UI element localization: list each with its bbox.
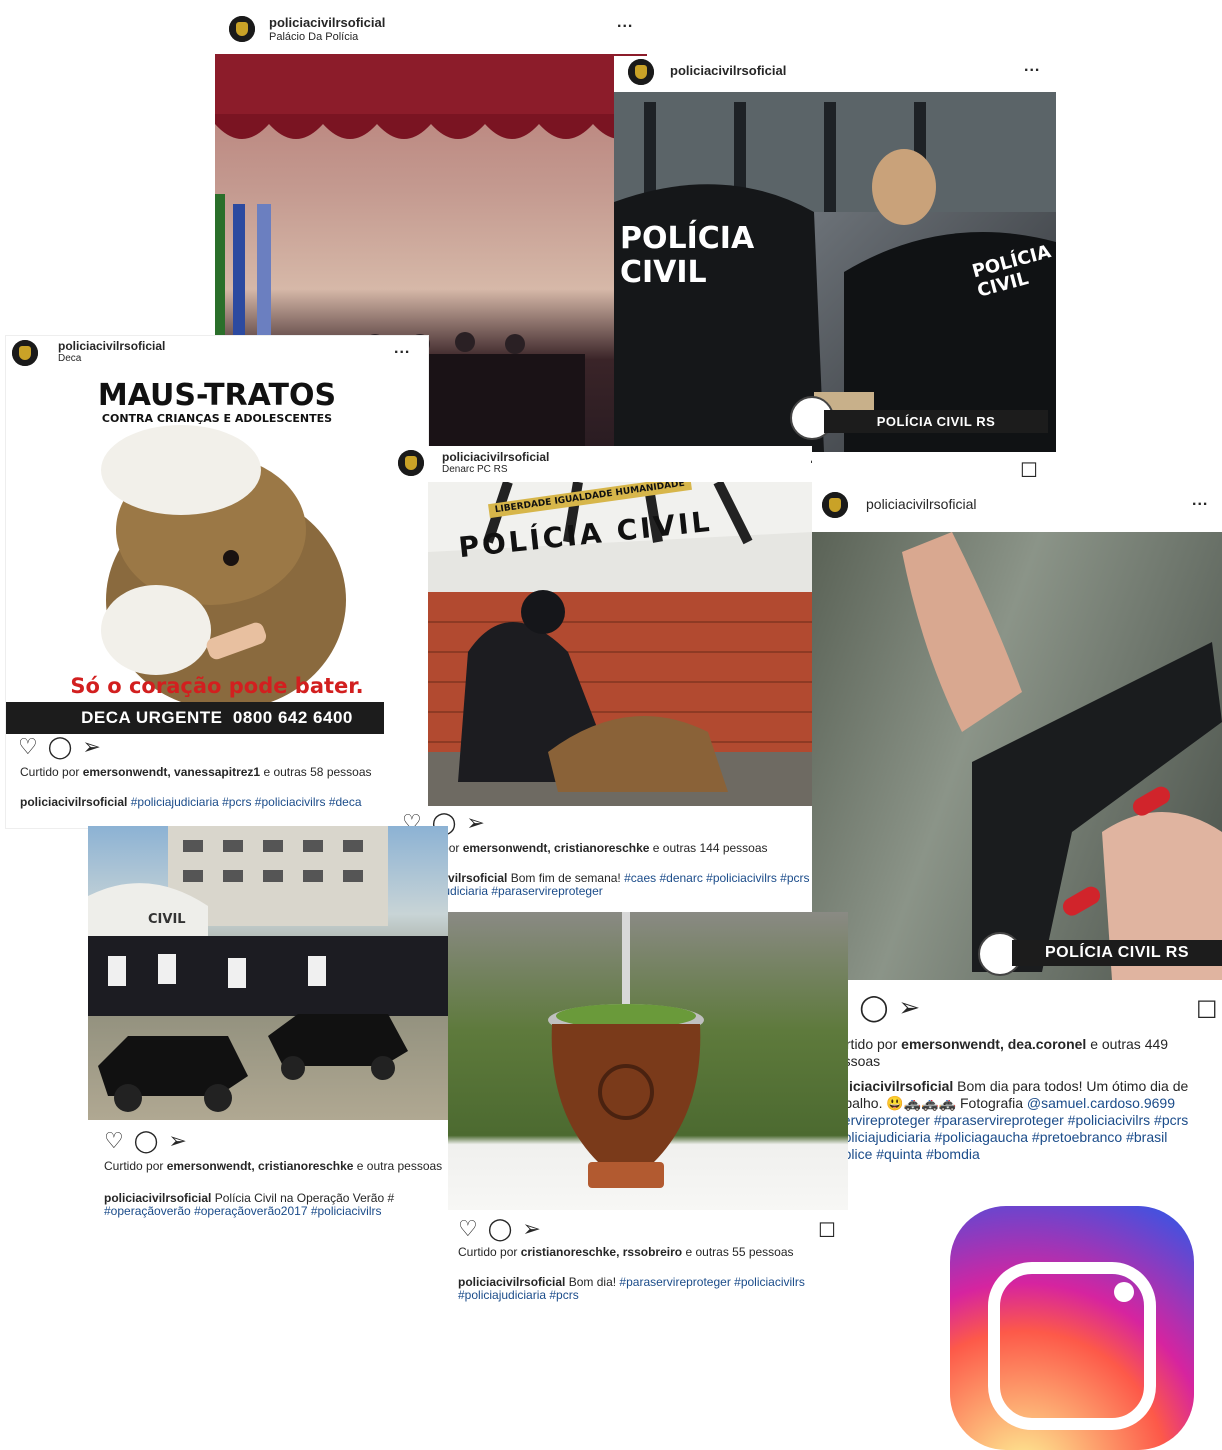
- post-chimarrao: ♡ ◯ ➢ ☐ Curtido por cristianoreschke, rsso…: [448, 912, 848, 1308]
- likes-text: Curtido por emersonwendt, cristianoresch…: [400, 841, 768, 855]
- heart-icon[interactable]: ♡: [104, 1130, 124, 1152]
- post-deca: policiacivilrsoficial Deca ... MAUS-TRAT…: [6, 336, 428, 828]
- avatar[interactable]: [628, 59, 654, 85]
- pistol-illustration: [902, 532, 1222, 980]
- post-username[interactable]: policiacivilrsoficial: [58, 339, 165, 353]
- avatar[interactable]: [822, 492, 848, 518]
- share-icon[interactable]: ➢: [82, 736, 100, 758]
- caption: policiacivilrsoficial Bom dia! #paraserv…: [458, 1275, 805, 1302]
- likes-text: Curtido por emersonwendt, cristianoresch…: [104, 1159, 443, 1173]
- post-actions: ♡ ◯ ➢: [458, 1218, 551, 1244]
- bookmark-icon[interactable]: ☐: [1020, 458, 1038, 483]
- tent-sign: CIVIL: [148, 912, 186, 927]
- caption-tags[interactable]: #servireproteger #paraservireproteger #p…: [828, 1112, 1188, 1162]
- avatar[interactable]: [398, 450, 424, 476]
- post-image-pistol[interactable]: POLÍCIA CIVIL RS: [812, 532, 1222, 980]
- post-arma: policiacivilrsoficial ... POLÍCIA CIVIL …: [812, 482, 1222, 1168]
- avatar[interactable]: [229, 16, 255, 42]
- heart-icon[interactable]: ♡: [458, 1218, 478, 1240]
- post-image-chimarrao[interactable]: [448, 912, 848, 1210]
- campaign-tagline: Só o coração pode bater.: [70, 674, 364, 698]
- likes-text: Curtido por emersonwendt, vanessapitrez1…: [20, 765, 372, 779]
- caption: policiacivilrsoficial #policiajudiciaria…: [20, 796, 420, 809]
- likes-text: Curtido por cristianoreschke, rssobreiro…: [458, 1245, 794, 1259]
- heart-icon[interactable]: ♡: [18, 736, 38, 758]
- likes-text: Curtido por emersonwendt, dea.coronel e …: [828, 1036, 1169, 1069]
- more-options-button[interactable]: ...: [1192, 492, 1208, 510]
- avatar[interactable]: [12, 340, 38, 366]
- logo-badge: POLÍCIA CIVIL RS: [1012, 940, 1222, 966]
- post-username[interactable]: policiacivilrsoficial: [670, 63, 786, 78]
- caption-tags[interactable]: #policiajudiciaria #pcrs #policiacivilrs…: [131, 795, 362, 809]
- post-actions: ♡ ◯ ➢: [18, 736, 111, 762]
- post-username[interactable]: policiacivilrsoficial: [269, 15, 385, 30]
- post-username[interactable]: policiacivilrsoficial: [442, 450, 549, 464]
- post-username[interactable]: policiacivilrsoficial: [866, 496, 976, 512]
- caption-user[interactable]: policiacivilrsoficial: [104, 1191, 211, 1205]
- likes-users[interactable]: cristianoreschke, rssobreiro: [521, 1245, 682, 1259]
- post-dupla: policiacivilrsoficial ... POLÍCIA CIVIL …: [614, 56, 1056, 490]
- chimarrao-illustration: [548, 912, 704, 1188]
- post-image-officers[interactable]: POLÍCIA CIVIL POLÍCIA CIVIL POLÍCIA CIVI…: [614, 92, 1056, 452]
- caption-user[interactable]: policiacivilrsoficial: [458, 1275, 565, 1289]
- instagram-logo-icon: [950, 1206, 1194, 1450]
- caption-mention[interactable]: @samuel.cardoso.9699: [1027, 1095, 1175, 1111]
- post-header: policiacivilrsoficial Palácio Da Polícia…: [215, 6, 647, 52]
- likes-users[interactable]: emersonwendt, vanessapitrez1: [83, 765, 260, 779]
- share-icon[interactable]: ➢: [898, 994, 920, 1020]
- post-header: policiacivilrsoficial ...: [812, 482, 1222, 528]
- likes-users[interactable]: emersonwendt, cristianoreschke: [463, 841, 650, 855]
- caption: policiacivilrsoficial Polícia Civil na O…: [104, 1191, 395, 1218]
- share-icon[interactable]: ➢: [466, 812, 484, 834]
- likes-users[interactable]: emersonwendt, cristianoreschke: [167, 1159, 354, 1173]
- caption: policiacivilrsoficial Bom dia para todos…: [828, 1078, 1189, 1162]
- more-options-button[interactable]: ...: [617, 14, 633, 32]
- share-icon[interactable]: ➢: [522, 1218, 540, 1240]
- share-icon[interactable]: ➢: [168, 1130, 186, 1152]
- comment-icon[interactable]: ◯: [488, 1218, 513, 1240]
- post-location[interactable]: Deca: [58, 353, 81, 364]
- post-verao: CIVIL ♡ ◯ ➢ Curtido por emersonwendt, cris…: [88, 826, 448, 1226]
- comment-icon[interactable]: ◯: [134, 1130, 159, 1152]
- bookmark-icon[interactable]: ☐: [1196, 996, 1218, 1025]
- caption-tags[interactable]: #operaçãoverão #operaçãoverão2017 #polic…: [104, 1204, 382, 1218]
- caption-user[interactable]: policiacivilrsoficial: [20, 795, 127, 809]
- instagram-logo-dot: [1114, 1282, 1134, 1302]
- post-location[interactable]: Denarc PC RS: [442, 464, 508, 475]
- likes-users[interactable]: emersonwendt, dea.coronel: [901, 1036, 1086, 1052]
- teddy-bear-illustration: [101, 425, 346, 710]
- jacket-text-left: POLÍCIA CIVIL: [620, 221, 755, 290]
- comment-icon[interactable]: ◯: [48, 736, 73, 758]
- post-denarc: policiacivilrsoficial Denarc PC RS ... P…: [384, 446, 812, 912]
- comment-icon[interactable]: ◯: [859, 994, 888, 1020]
- bookmark-icon[interactable]: ☐: [818, 1218, 836, 1243]
- deca-hotline-banner: DECA URGENTE 0800 642 6400: [6, 702, 428, 734]
- team-illustration: [88, 826, 448, 1112]
- logo-badge: POLÍCIA CIVIL RS: [824, 410, 1048, 433]
- more-options-button[interactable]: ...: [1024, 58, 1040, 76]
- caption: policiacivilrsoficial Bom fim de semana!…: [400, 871, 810, 898]
- post-location[interactable]: Palácio Da Polícia: [269, 31, 358, 43]
- post-image-campaign[interactable]: MAUS-TRATOS CONTRA CRIANÇAS E ADOLESCENT…: [6, 370, 428, 726]
- post-actions: ♡ ◯ ➢: [104, 1130, 197, 1156]
- post-image-k9[interactable]: POLÍCIA CIVIL LIBERDADE IGUALDADE HUMANI…: [428, 482, 812, 806]
- more-options-button[interactable]: ...: [810, 450, 812, 468]
- post-image-team[interactable]: CIVIL: [88, 826, 448, 1120]
- more-options-button[interactable]: ...: [394, 340, 410, 358]
